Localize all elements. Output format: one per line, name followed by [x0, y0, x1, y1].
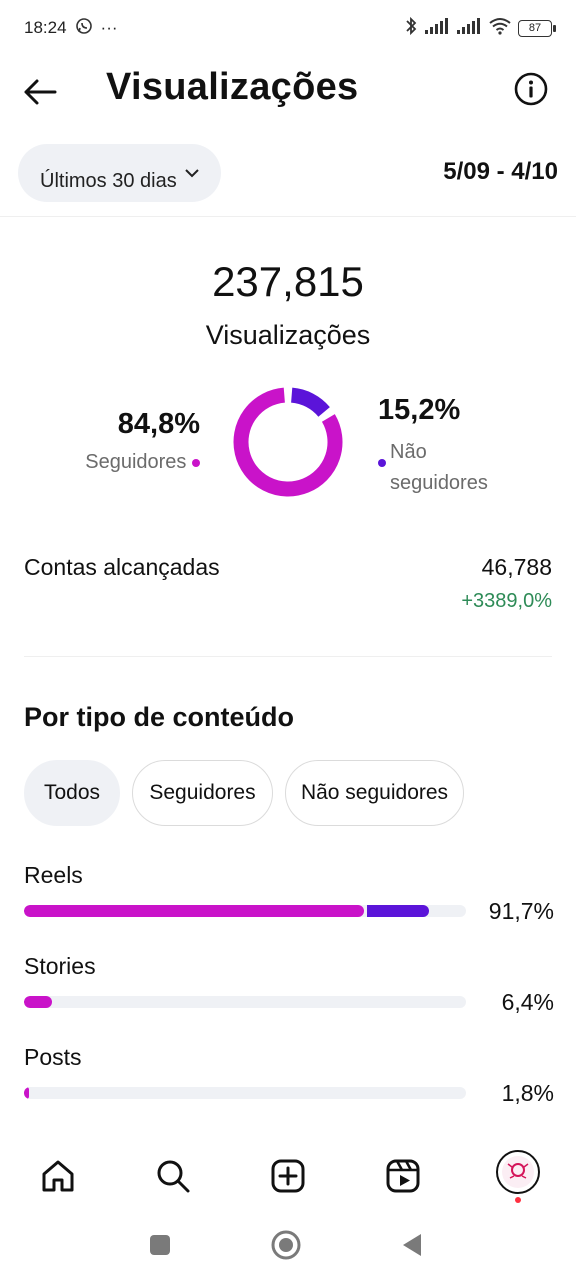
content-bar-followers [24, 905, 365, 917]
divider [0, 216, 576, 217]
battery-icon: 87 [518, 19, 556, 37]
home-system-button[interactable] [269, 1228, 303, 1262]
accounts-reached-value: 46,788 [481, 554, 552, 580]
tab-non-followers[interactable]: Não seguidores [285, 760, 464, 826]
page-title: Visualizações [106, 66, 359, 108]
nav-profile[interactable] [494, 1150, 542, 1203]
back-system-button[interactable] [395, 1228, 429, 1262]
content-bar-followers [24, 996, 53, 1008]
date-range-text: 5/09 - 4/10 [443, 158, 558, 185]
content-bar-track [24, 996, 466, 1008]
non-followers-label-line2: seguidores [390, 472, 488, 494]
back-button[interactable] [20, 72, 60, 112]
status-bar: 18:24 ··· 87 [0, 0, 576, 56]
followers-label: Seguidores [85, 451, 187, 473]
back-triangle-icon [403, 1234, 421, 1256]
info-button[interactable] [514, 72, 548, 106]
chevron-down-icon [185, 168, 199, 177]
filter-row: Últimos 30 dias 5/09 - 4/10 [0, 144, 576, 204]
content-row-percent: 6,4% [501, 989, 554, 1015]
content-bar-followers [24, 1087, 30, 1099]
recents-button[interactable] [143, 1228, 177, 1262]
content-row-posts: Posts 1,8% [24, 1044, 554, 1114]
content-row-label: Reels [24, 862, 83, 888]
wifi-icon [488, 17, 512, 40]
date-range-dropdown[interactable]: Últimos 30 dias [18, 144, 221, 202]
bottom-navigation [0, 1144, 576, 1208]
accounts-reached-change: +3389,0% [461, 590, 552, 612]
accounts-reached-label: Contas alcançadas [24, 554, 220, 580]
content-type-title: Por tipo de conteúdo [24, 702, 294, 732]
search-icon [157, 1160, 190, 1193]
system-navigation [0, 1220, 576, 1270]
home-circle-icon [271, 1230, 301, 1260]
divider [24, 656, 552, 657]
content-row-percent: 1,8% [501, 1080, 554, 1106]
followers-legend-dot [192, 458, 200, 467]
total-views-label: Visualizações [205, 320, 371, 350]
non-followers-percent: 15,2% [378, 394, 461, 426]
content-row-reels: Reels 91,7% [24, 862, 554, 932]
reels-icon [386, 1159, 420, 1193]
tab-followers[interactable]: Seguidores [132, 760, 273, 826]
content-row-label: Stories [24, 953, 96, 979]
donut-segment-non-followers [290, 387, 330, 418]
views-donut-chart [233, 387, 343, 497]
followers-stat: 84,8% Seguidores [60, 408, 200, 474]
whatsapp-notification-icon [75, 17, 93, 40]
nav-create[interactable] [264, 1152, 312, 1200]
arrow-left-icon [24, 79, 57, 105]
create-icon [271, 1159, 305, 1193]
content-row-stories: Stories 6,4% [24, 953, 554, 1023]
content-bar-non-followers [367, 905, 430, 917]
info-icon [514, 72, 548, 106]
date-range-dropdown-label: Últimos 30 dias [40, 169, 177, 192]
content-type-tabs: Todos Seguidores Não seguidores [24, 760, 464, 826]
nav-home[interactable] [34, 1152, 82, 1200]
content-bar-track [24, 905, 466, 917]
signal-icon-sim1 [424, 17, 450, 40]
status-time: 18:24 [24, 18, 67, 37]
content-row-percent: 91,7% [488, 898, 554, 924]
content-bar-track [24, 1087, 466, 1099]
content-row-label: Posts [24, 1044, 82, 1070]
non-followers-stat: 15,2% Não seguidores [378, 394, 488, 499]
recents-icon [150, 1235, 170, 1255]
home-icon [42, 1160, 74, 1192]
nav-search[interactable] [149, 1152, 197, 1200]
bluetooth-icon [404, 16, 418, 41]
total-views: 237,815 [212, 258, 364, 305]
followers-percent: 84,8% [117, 408, 200, 440]
non-followers-legend-dot [378, 459, 386, 467]
nav-reels[interactable] [379, 1152, 427, 1200]
non-followers-label-line1: Não [390, 441, 427, 463]
more-notifications-icon: ··· [100, 18, 118, 37]
profile-avatar [496, 1150, 540, 1203]
tab-all[interactable]: Todos [24, 760, 120, 826]
signal-icon-sim2 [456, 17, 482, 40]
header: Visualizações [0, 56, 576, 126]
